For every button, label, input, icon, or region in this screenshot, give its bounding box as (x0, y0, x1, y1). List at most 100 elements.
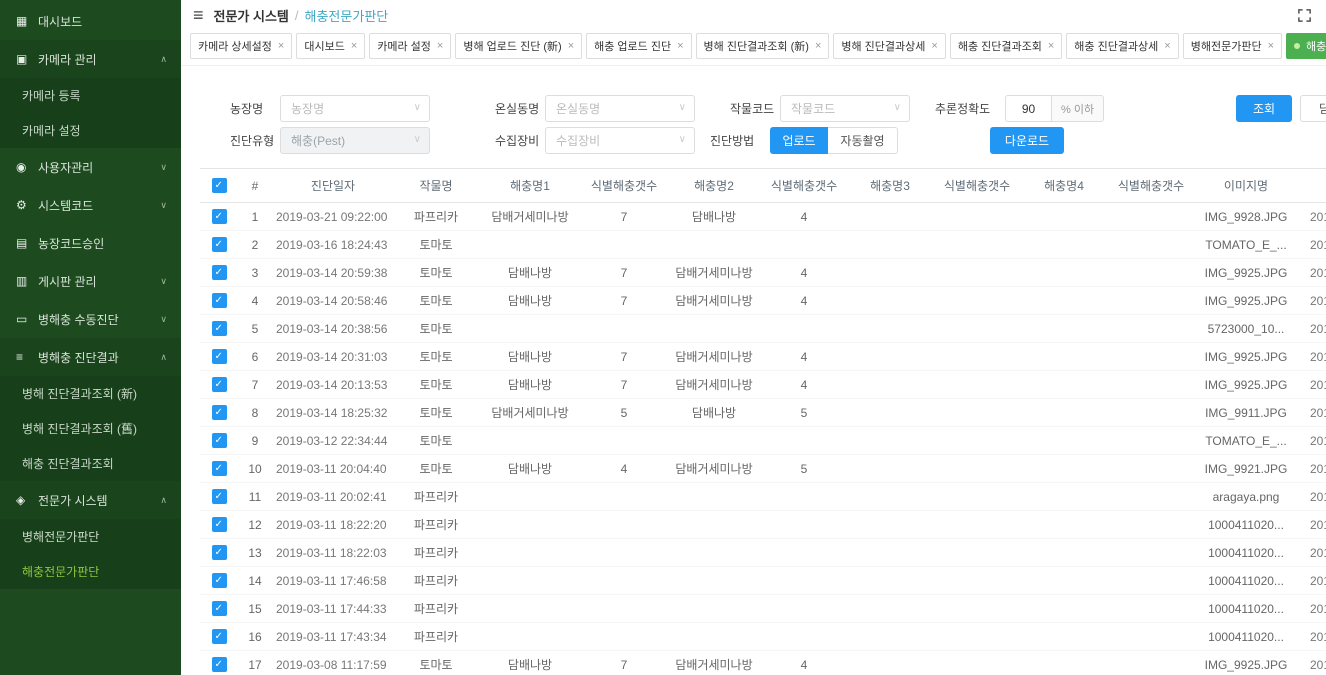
row-checkbox[interactable] (212, 657, 227, 672)
tab[interactable]: 병해전문가판단 × (1183, 33, 1282, 59)
row-checkbox[interactable] (212, 517, 227, 532)
sidebar-item[interactable]: 카메라 관리 (0, 40, 181, 78)
table-row[interactable]: 8 2019-03-14 18:25:32 토마토 담배거세미나방 5 담배나방… (200, 399, 1326, 427)
greenhouse-select[interactable]: 온실동명 (545, 95, 695, 122)
tab-close-icon[interactable]: × (1268, 40, 1274, 52)
pest-name-3 (846, 651, 934, 675)
fullscreen-icon[interactable] (1297, 8, 1312, 23)
table-row[interactable]: 13 2019-03-11 18:22:03 파프리카 1000411020 (200, 539, 1326, 567)
tab[interactable]: 대시보드 × (296, 33, 365, 59)
sidebar-item[interactable]: 병해충 진단결과 (0, 338, 181, 376)
method-auto-button[interactable]: 자동촬영 (828, 127, 898, 154)
tab-close-icon[interactable]: × (1164, 40, 1170, 52)
accuracy-input[interactable] (1005, 95, 1051, 122)
diagnosis-date: 2019-03-14 20:31:03 (272, 343, 394, 371)
farm-name-label: 농장명 (230, 100, 280, 117)
sidebar-item[interactable]: 농장코드승인 (0, 224, 181, 262)
sidebar-item[interactable]: 게시판 관리 (0, 262, 181, 300)
table-row[interactable]: 7 2019-03-14 20:13:53 토마토 담배나방 7 담배거세미나방… (200, 371, 1326, 399)
sidebar-item[interactable]: 카메라 등록 (0, 78, 181, 113)
tab-close-icon[interactable]: × (1048, 40, 1054, 52)
tab[interactable]: 해충 업로드 진단 × (586, 33, 691, 59)
sidebar-item-label: 대시보드 (38, 13, 167, 30)
tab[interactable]: 해충 진단결과조회 × (950, 33, 1062, 59)
row-checkbox[interactable] (212, 405, 227, 420)
sidebar-item[interactable]: 해충 진단결과조회 (0, 446, 181, 481)
tab-close-icon[interactable]: × (437, 40, 443, 52)
col-header-number: # (238, 169, 272, 203)
table-row[interactable]: 14 2019-03-11 17:46:58 파프리카 1000411020 (200, 567, 1326, 595)
row-checkbox[interactable] (212, 237, 227, 252)
row-checkbox[interactable] (212, 293, 227, 308)
sidebar-item[interactable]: 해충전문가판단 (0, 554, 181, 589)
tab-close-icon[interactable]: × (677, 40, 683, 52)
row-checkbox[interactable] (212, 265, 227, 280)
sidebar-item[interactable]: 병해 진단결과조회 (新) (0, 376, 181, 411)
pest-name-2: 담배거세미나방 (666, 343, 762, 371)
device-select[interactable]: 수집장비 (545, 127, 695, 154)
row-checkbox[interactable] (212, 489, 227, 504)
method-upload-button[interactable]: 업로드 (770, 127, 828, 154)
pest-count-4 (1108, 623, 1194, 651)
tab[interactable]: 병해 진단결과상세 × (833, 33, 945, 59)
tab[interactable]: 카메라 설정 × (369, 33, 451, 59)
registered-date: 2018 (1298, 371, 1326, 399)
row-checkbox[interactable] (212, 321, 227, 336)
sidebar-item[interactable]: 시스템코드 (0, 186, 181, 224)
sidebar-item[interactable]: 병해 진단결과조회 (舊) (0, 411, 181, 446)
sidebar-item[interactable]: 카메라 설정 (0, 113, 181, 148)
table-row[interactable]: 9 2019-03-12 22:34:44 토마토 TOMATO_E_... (200, 427, 1326, 455)
table-row[interactable]: 11 2019-03-11 20:02:41 파프리카 aragaya.pn (200, 483, 1326, 511)
crop-code-select[interactable]: 작물코드 (780, 95, 910, 122)
table-row[interactable]: 3 2019-03-14 20:59:38 토마토 담배나방 7 담배거세미나방… (200, 259, 1326, 287)
download-button[interactable]: 다운로드 (990, 127, 1064, 154)
row-checkbox[interactable] (212, 461, 227, 476)
table-row[interactable]: 15 2019-03-11 17:44:33 파프리카 1000411020 (200, 595, 1326, 623)
sidebar-item[interactable]: 병해전문가판단 (0, 519, 181, 554)
tab-close-icon[interactable]: × (815, 40, 821, 52)
row-checkbox[interactable] (212, 349, 227, 364)
pest-count-1: 7 (582, 343, 666, 371)
farm-name-select[interactable]: 농장명 (280, 95, 430, 122)
tab[interactable]: 병해 진단결과조회 (新) × (696, 33, 830, 59)
row-checkbox[interactable] (212, 601, 227, 616)
tab[interactable]: 병해 업로드 진단 (新) × (455, 33, 582, 59)
tab[interactable]: 해충 진단결과상세 × (1066, 33, 1178, 59)
select-all-checkbox[interactable] (212, 178, 227, 193)
row-checkbox[interactable] (212, 629, 227, 644)
sidebar-item[interactable]: 병해충 수동진단 (0, 300, 181, 338)
row-checkbox[interactable] (212, 377, 227, 392)
tab-close-icon[interactable]: × (931, 40, 937, 52)
pest-count-4 (1108, 595, 1194, 623)
row-checkbox[interactable] (212, 209, 227, 224)
sidebar-item[interactable]: 사용자관리 (0, 148, 181, 186)
tab-close-icon[interactable]: × (278, 40, 284, 52)
sidebar-item[interactable]: 전문가 시스템 (0, 481, 181, 519)
pest-name-2 (666, 427, 762, 455)
table-row[interactable]: 16 2019-03-11 17:43:34 파프리카 1000411020 (200, 623, 1326, 651)
tab[interactable]: 카메라 상세설정 × (190, 33, 292, 59)
tab-close-icon[interactable]: × (568, 40, 574, 52)
row-checkbox[interactable] (212, 545, 227, 560)
row-checkbox[interactable] (212, 573, 227, 588)
tab-close-icon[interactable]: × (351, 40, 357, 52)
crop-name: 토마토 (394, 455, 478, 483)
close-button[interactable]: 닫기 (1300, 95, 1326, 122)
crop-name: 토마토 (394, 287, 478, 315)
pest-count-4 (1108, 287, 1194, 315)
row-number: 17 (238, 651, 272, 675)
table-row[interactable]: 5 2019-03-14 20:38:56 토마토 5723000_10.. (200, 315, 1326, 343)
search-button[interactable]: 조회 (1236, 95, 1292, 122)
table-row[interactable]: 17 2019-03-08 11:17:59 토마토 담배나방 7 담배거세미나… (200, 651, 1326, 675)
row-checkbox[interactable] (212, 433, 227, 448)
table-row[interactable]: 2 2019-03-16 18:24:43 토마토 TOMATO_E_... (200, 231, 1326, 259)
sidebar-item[interactable]: 대시보드 (0, 2, 181, 40)
table-row[interactable]: 4 2019-03-14 20:58:46 토마토 담배나방 7 담배거세미나방… (200, 287, 1326, 315)
diagnosis-type-select[interactable]: 해충(Pest) (280, 127, 430, 154)
table-row[interactable]: 1 2019-03-21 09:22:00 파프리카 담배거세미나방 7 담배나… (200, 203, 1326, 231)
tab[interactable]: 해충전문가판단 × (1286, 33, 1326, 59)
table-row[interactable]: 12 2019-03-11 18:22:20 파프리카 1000411020 (200, 511, 1326, 539)
menu-icon[interactable]: ≡ (193, 6, 204, 24)
table-row[interactable]: 10 2019-03-11 20:04:40 토마토 담배나방 4 담배거세미나… (200, 455, 1326, 483)
table-row[interactable]: 6 2019-03-14 20:31:03 토마토 담배나방 7 담배거세미나방… (200, 343, 1326, 371)
